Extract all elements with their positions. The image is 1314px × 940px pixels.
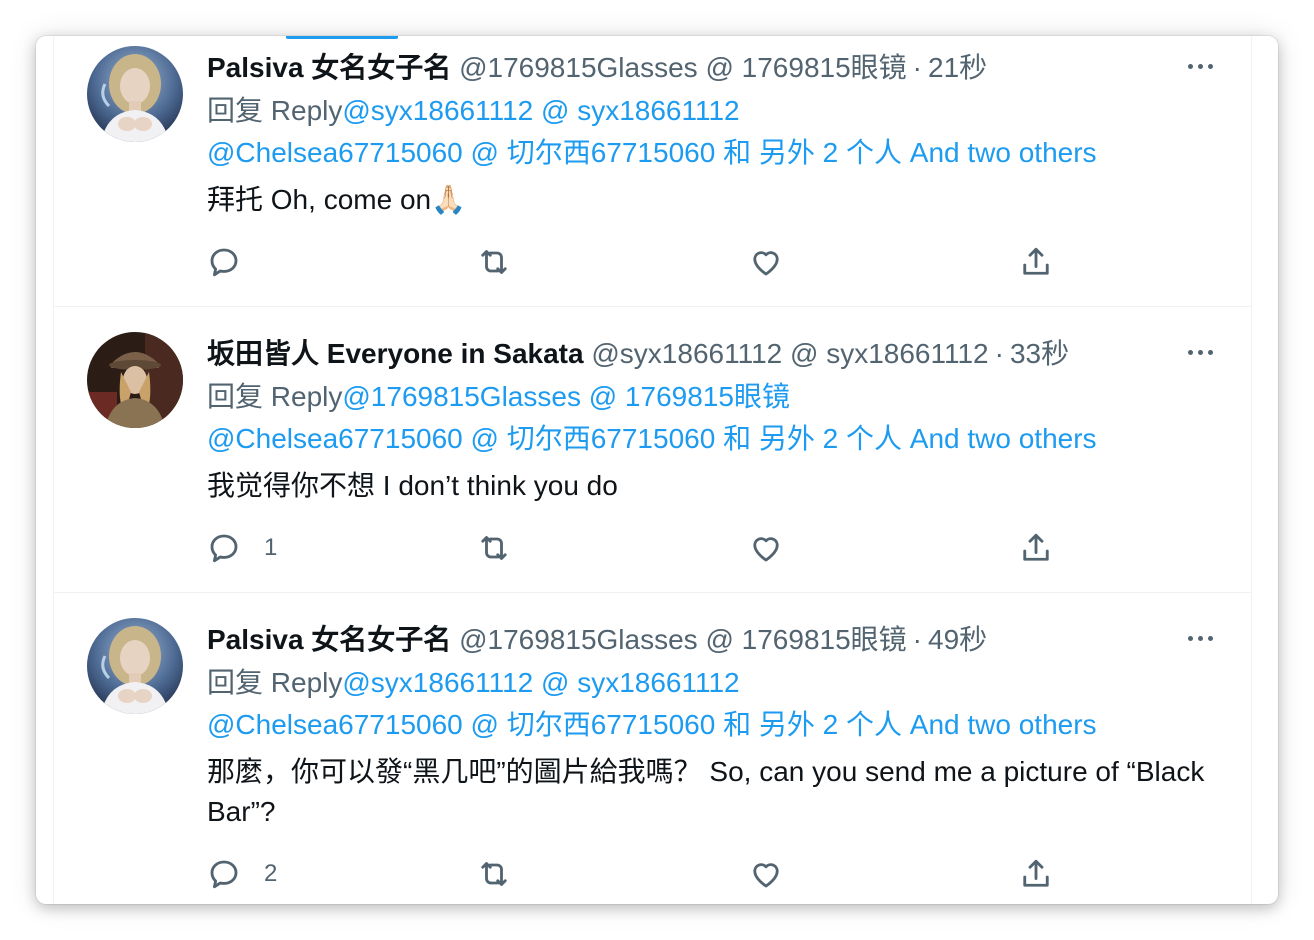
tweet-text: 拜托 Oh, come on🙏🏻 <box>207 180 1217 220</box>
tweet[interactable]: Palsiva 女名女子名 @1769815Glasses @ 1769815眼… <box>54 36 1251 307</box>
mentions-link[interactable]: @Chelsea67715060 @ 切尔西67715060 和 另外 2 个人… <box>207 418 1097 460</box>
share-icon <box>1023 859 1049 887</box>
reply-prefix: 回复 Reply <box>207 381 343 412</box>
user-handle[interactable]: @syx18661112 @ syx18661112 <box>591 338 988 369</box>
separator-dot: · <box>912 624 922 655</box>
tweet-header: 坂田皆人 Everyone in Sakata @syx18661112 @ s… <box>207 336 1069 372</box>
tweet-text: 那麼，你可以發“黑几吧”的圖片給我嗎？ So, can you send me … <box>207 752 1217 832</box>
tweet-text-content: 我觉得你不想 I don’t think you do <box>207 470 618 501</box>
more-icon <box>1187 635 1193 641</box>
share-icon <box>1023 533 1049 561</box>
reply-prefix: 回复 Reply <box>207 667 343 698</box>
retweet-icon <box>481 536 507 560</box>
tweet-text-content: 那麼，你可以發“黑几吧”的圖片給我嗎？ So, can you send me … <box>207 756 1205 827</box>
reply-icon <box>210 248 238 277</box>
separator-dot: · <box>912 52 922 83</box>
more-button[interactable] <box>1180 618 1220 658</box>
avatar[interactable] <box>87 332 183 428</box>
reply-to-link[interactable]: @syx18661112 @ syx18661112 <box>342 667 739 698</box>
reply-count: 1 <box>264 534 278 561</box>
more-icon <box>1187 63 1193 69</box>
user-handle[interactable]: @1769815Glasses @ 1769815眼镜 <box>459 52 907 83</box>
mentions-link[interactable]: @Chelsea67715060 @ 切尔西67715060 和 另外 2 个人… <box>207 132 1097 174</box>
tweet-header: Palsiva 女名女子名 @1769815Glasses @ 1769815眼… <box>207 50 987 86</box>
retweet-icon <box>481 862 507 886</box>
reply-action[interactable]: 2 <box>206 854 277 894</box>
reply-count: 2 <box>264 860 278 887</box>
share-action[interactable] <box>1018 528 1054 568</box>
replying-to: 回复 Reply@syx18661112 @ syx18661112 <box>207 662 740 704</box>
like-action[interactable] <box>748 242 784 282</box>
display-name[interactable]: 坂田皆人 Everyone in Sakata <box>207 338 584 369</box>
share-icon <box>1023 247 1049 275</box>
reply-timeline: Palsiva 女名女子名 @1769815Glasses @ 1769815眼… <box>53 36 1252 904</box>
reply-icon <box>210 860 238 889</box>
timestamp[interactable]: 21秒 <box>928 52 987 83</box>
reply-to-link[interactable]: @1769815Glasses @ 1769815眼镜 <box>342 381 790 412</box>
tweet-text: 我觉得你不想 I don’t think you do <box>207 466 1217 506</box>
mentions-link[interactable]: @Chelsea67715060 @ 切尔西67715060 和 另外 2 个人… <box>207 704 1097 746</box>
retweet-action[interactable] <box>476 242 512 282</box>
reply-action[interactable]: 1 <box>206 528 277 568</box>
tweet-text-content: 拜托 Oh, come on <box>207 184 432 215</box>
app-window: Palsiva 女名女子名 @1769815Glasses @ 1769815眼… <box>36 36 1278 904</box>
timestamp[interactable]: 33秒 <box>1010 338 1069 369</box>
like-action[interactable] <box>748 528 784 568</box>
reply-prefix: 回复 Reply <box>207 95 343 126</box>
retweet-action[interactable] <box>476 854 512 894</box>
display-name[interactable]: Palsiva 女名女子名 <box>207 624 451 655</box>
share-action[interactable] <box>1018 242 1054 282</box>
tweet[interactable]: 坂田皆人 Everyone in Sakata @syx18661112 @ s… <box>54 306 1251 593</box>
avatar[interactable] <box>87 618 183 714</box>
heart-icon <box>753 537 779 562</box>
like-action[interactable] <box>748 854 784 894</box>
timestamp[interactable]: 49秒 <box>928 624 987 655</box>
heart-icon <box>753 251 779 276</box>
replying-to: 回复 Reply@1769815Glasses @ 1769815眼镜 <box>207 376 790 418</box>
reply-action[interactable] <box>206 242 264 282</box>
user-handle[interactable]: @1769815Glasses @ 1769815眼镜 <box>459 624 907 655</box>
heart-icon <box>753 863 779 888</box>
retweet-icon <box>481 250 507 274</box>
more-icon <box>1187 349 1193 355</box>
retweet-action[interactable] <box>476 528 512 568</box>
more-button[interactable] <box>1180 46 1220 86</box>
reply-to-link[interactable]: @syx18661112 @ syx18661112 <box>342 95 739 126</box>
more-button[interactable] <box>1180 332 1220 372</box>
display-name[interactable]: Palsiva 女名女子名 <box>207 52 451 83</box>
reply-icon <box>210 534 238 563</box>
separator-dot: · <box>994 338 1004 369</box>
pray-emoji: 🙏🏻 <box>431 184 466 215</box>
avatar[interactable] <box>87 46 183 142</box>
tweet[interactable]: Palsiva 女名女子名 @1769815Glasses @ 1769815眼… <box>54 592 1251 904</box>
share-action[interactable] <box>1018 854 1054 894</box>
replying-to: 回复 Reply@syx18661112 @ syx18661112 <box>207 90 740 132</box>
tweet-header: Palsiva 女名女子名 @1769815Glasses @ 1769815眼… <box>207 622 987 658</box>
